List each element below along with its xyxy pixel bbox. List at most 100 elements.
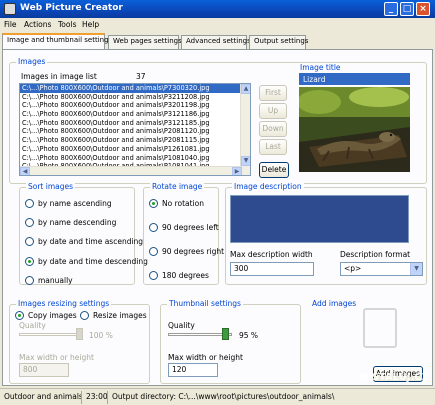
list-item[interactable]: C:\...\Photo 800X600\Outdoor and animals…	[20, 93, 250, 102]
thumbnail-settings-label: Thumbnail settings	[167, 299, 243, 308]
image-file-list[interactable]: C:\...\Photo 800X600\Outdoor and animals…	[19, 83, 251, 176]
images-count-label: Images in image list	[21, 72, 97, 81]
radio-icon	[149, 247, 158, 256]
radio-icon	[25, 257, 34, 266]
sort-option-label: manually	[38, 276, 73, 285]
radio-icon	[149, 271, 158, 280]
radio-icon	[149, 199, 158, 208]
tab-image-thumbnail-settings[interactable]: Image and thumbnail settings	[2, 33, 112, 50]
scroll-right-arrow-icon[interactable]: ▶	[232, 167, 242, 175]
description-textarea[interactable]	[230, 195, 409, 243]
sort-option-radio[interactable]: by name descending	[25, 217, 131, 228]
rotate-option-radio[interactable]: 90 degrees left	[149, 222, 219, 233]
thumbnail-quality-value: 95 %	[239, 331, 259, 340]
copy-images-radio[interactable]: Copy images	[15, 310, 80, 321]
sort-option-radio[interactable]: by name ascending	[25, 198, 131, 209]
copy-images-label: Copy images	[28, 311, 77, 320]
list-item[interactable]: C:\...\Photo 800X600\Outdoor and animals…	[20, 136, 250, 145]
list-vertical-scrollbar[interactable]: ▲ ▼	[240, 84, 250, 175]
tab-output-settings[interactable]: Output settings	[249, 35, 308, 49]
scroll-down-arrow-icon[interactable]: ▼	[241, 156, 250, 166]
status-output-directory: Output directory: C:\...\www\root\pictur…	[112, 392, 335, 401]
sort-option-label: by name ascending	[38, 199, 112, 208]
close-button[interactable]: ×	[416, 2, 430, 16]
radio-icon	[80, 311, 89, 320]
sort-option-label: by date and time ascending	[38, 237, 144, 246]
resize-quality-value: 100 %	[89, 331, 113, 340]
rotate-option-label: 90 degrees right	[162, 247, 225, 256]
thumbnail-max-input[interactable]: 120	[168, 363, 218, 377]
list-item[interactable]: C:\...\Photo 800X600\Outdoor and animals…	[20, 84, 250, 93]
lizard-photo	[299, 87, 410, 172]
description-format-select[interactable]: <p> ▼	[340, 262, 423, 276]
resize-max-input[interactable]: 800	[19, 363, 69, 377]
resize-quality-slider[interactable]	[19, 333, 83, 336]
thumbnail-quality-label: Quality	[168, 321, 195, 330]
app-icon[interactable]	[4, 3, 16, 15]
list-item[interactable]: C:\...\Photo 800X600\Outdoor and animals…	[20, 154, 250, 163]
tab-strip: Image and thumbnail settings Web pages s…	[2, 33, 433, 50]
rotate-option-radio[interactable]: No rotation	[149, 198, 217, 209]
title-bar: Web Picture Creator _ □ ×	[0, 0, 435, 18]
up-button[interactable]: Up	[259, 103, 287, 119]
sort-option-radio[interactable]: by date and time ascending	[25, 236, 143, 247]
image-title-field[interactable]: Lizard	[299, 73, 410, 85]
sort-option-radio[interactable]: by date and time descending	[25, 256, 148, 267]
resize-quality-label: Quality	[19, 321, 46, 330]
menu-bar: File Actions Tools Help	[0, 18, 435, 32]
images-count-value: 37	[136, 72, 146, 81]
resize-quality-thumb[interactable]	[76, 328, 83, 340]
tab-advanced-settings[interactable]: Advanced settings	[181, 35, 251, 49]
resize-images-radio[interactable]: Resize images	[80, 310, 147, 321]
chevron-down-icon[interactable]: ▼	[410, 263, 422, 275]
tab-web-pages-settings[interactable]: Web pages settings	[108, 35, 182, 49]
list-item[interactable]: C:\...\Photo 800X600\Outdoor and animals…	[20, 145, 250, 154]
description-format-value: <p>	[344, 264, 362, 273]
max-description-width-label: Max description width	[230, 250, 313, 259]
radio-icon	[149, 223, 158, 232]
menu-actions[interactable]: Actions	[24, 20, 51, 29]
thumbnail-max-label: Max width or height	[168, 353, 243, 362]
thumbnail-quality-thumb[interactable]	[222, 328, 230, 340]
add-images-label: Add images	[310, 299, 359, 308]
list-item[interactable]: C:\...\Photo 800X600\Outdoor and animals…	[20, 119, 250, 128]
sort-option-label: by name descending	[38, 218, 117, 227]
image-description-label: Image description	[232, 182, 304, 191]
minimize-button[interactable]: _	[384, 2, 398, 16]
rotate-option-radio[interactable]: 90 degrees right	[149, 246, 224, 257]
rotate-image-label: Rotate image	[150, 182, 205, 191]
images-group-label: Images	[16, 57, 48, 66]
images-resizing-label: Images resizing settings	[16, 299, 112, 308]
radio-icon	[25, 237, 34, 246]
max-description-width-input[interactable]: 300	[230, 262, 314, 276]
list-item[interactable]: C:\...\Photo 800X600\Outdoor and animals…	[20, 127, 250, 136]
image-title-label: Image title	[300, 63, 341, 72]
image-preview	[299, 87, 410, 172]
list-horizontal-scrollbar[interactable]: ◀ ▶	[20, 166, 242, 175]
radio-icon	[25, 199, 34, 208]
delete-button[interactable]: Delete	[259, 162, 289, 178]
description-format-label: Description format	[340, 250, 411, 259]
watermark-logo-icon	[363, 308, 397, 348]
resize-images-label: Resize images	[93, 311, 147, 320]
radio-icon	[25, 218, 34, 227]
maximize-button[interactable]: □	[400, 2, 414, 16]
list-item[interactable]: C:\...\Photo 800X600\Outdoor and animals…	[20, 110, 250, 119]
radio-icon	[25, 276, 34, 285]
menu-file[interactable]: File	[4, 20, 17, 29]
last-button[interactable]: Last	[259, 139, 287, 155]
rotate-option-radio[interactable]: 180 degrees	[149, 270, 217, 281]
scroll-left-arrow-icon[interactable]: ◀	[20, 167, 30, 175]
down-button[interactable]: Down	[259, 121, 287, 137]
list-item[interactable]: C:\...\Photo 800X600\Outdoor and animals…	[20, 101, 250, 110]
sort-images-label: Sort images	[26, 182, 76, 191]
window-title: Web Picture Creator	[20, 3, 123, 13]
scroll-up-arrow-icon[interactable]: ▲	[241, 84, 250, 94]
rotate-option-label: 90 degrees left	[162, 223, 219, 232]
menu-help[interactable]: Help	[82, 20, 99, 29]
sort-option-radio[interactable]: manually	[25, 275, 131, 286]
resize-max-label: Max width or height	[19, 353, 94, 362]
first-button[interactable]: First	[259, 85, 287, 101]
menu-tools[interactable]: Tools	[58, 20, 76, 29]
status-time: 23:00	[84, 391, 108, 404]
